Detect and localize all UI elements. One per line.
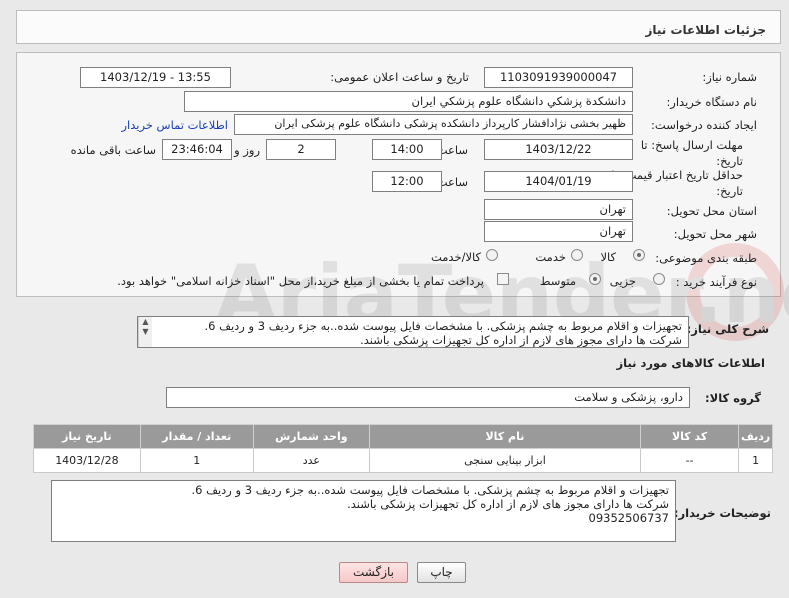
category-radio-service[interactable]	[571, 249, 583, 261]
days-field: 2	[266, 139, 336, 160]
buyer-org-field: دانشکدة پزشکي دانشگاه علوم پزشکي ایران	[184, 91, 633, 112]
print-button[interactable]: چاپ	[417, 562, 466, 583]
buyer-notes-line-2: شرکت ها دارای مجوز های لازم از اداره کل …	[347, 497, 669, 511]
cell-name: ابزار بینایی سنجی	[368, 448, 641, 473]
goods-table-header: ردیف کد کالا نام کالا واحد شمارش تعداد /…	[33, 424, 773, 449]
col-need-date: تاریخ نیاز	[33, 424, 141, 449]
cell-code: --	[639, 448, 740, 473]
need-number-field: 1103091939000047	[484, 67, 633, 88]
need-desc-line-1: تجهیزات و اقلام مربوط به چشم پزشکی. با م…	[204, 319, 682, 333]
treasury-payment-checkbox[interactable]	[497, 273, 509, 285]
reply-date-field: 1403/12/22	[484, 139, 633, 160]
cell-row: 1	[738, 448, 773, 473]
category-option-goods-service: کالا/خدمت	[430, 250, 481, 264]
page-title: جزئیات اطلاعات نیاز	[16, 10, 781, 44]
buyer-notes-label: توضیحات خریدار:	[673, 506, 771, 520]
need-desc-textarea[interactable]: تجهیزات و اقلام مربوط به چشم پزشکی. با م…	[137, 316, 689, 348]
min-price-time-field: 12:00	[372, 171, 442, 192]
goods-group-label: گروه کالا:	[705, 391, 761, 405]
category-label: طبقه بندی موضوعی:	[655, 251, 757, 265]
reply-time-field: 14:00	[372, 139, 442, 160]
buyer-notes-textarea[interactable]: تجهیزات و اقلام مربوط به چشم پزشکی. با م…	[51, 480, 676, 542]
need-desc-scrollbar[interactable]: ▲ ▼	[138, 317, 152, 347]
buyer-org-label: نام دستگاه خریدار:	[666, 95, 757, 109]
table-row: 1 -- ابزار بینایی سنجی عدد 1 1403/12/28	[33, 448, 773, 473]
province-label: استان محل تحویل:	[666, 204, 757, 218]
col-unit: واحد شمارش	[252, 424, 370, 449]
process-option-medium: متوسط	[539, 274, 576, 288]
buyer-contact-link[interactable]: اطلاعات تماس خریدار	[121, 118, 228, 132]
goods-group-field: دارو، پزشکی و سلامت	[166, 387, 690, 408]
buyer-notes-line-1: تجهیزات و اقلام مربوط به چشم پزشکی. با م…	[191, 483, 669, 497]
cell-unit: عدد	[252, 448, 370, 473]
goods-table: ردیف کد کالا نام کالا واحد شمارش تعداد /…	[33, 424, 773, 473]
category-radio-goods[interactable]	[633, 249, 645, 261]
need-desc-label: شرح کلی نیاز:	[686, 322, 769, 336]
category-option-service: خدمت	[535, 250, 566, 264]
scroll-up-icon[interactable]: ▲	[139, 317, 152, 327]
back-button[interactable]: بازگشت	[339, 562, 408, 583]
announce-date-field: 1403/12/19 - 13:55	[80, 67, 231, 88]
announce-date-label: تاریخ و ساعت اعلان عمومی:	[330, 70, 469, 84]
reply-deadline-label: مهلت ارسال پاسخ: تا تاریخ:	[640, 138, 743, 168]
category-radio-goods-service[interactable]	[486, 249, 498, 261]
treasury-payment-note: پرداخت تمام یا بخشی از مبلغ خرید،از محل …	[117, 274, 484, 288]
goods-section-title: اطلاعات کالاهای مورد نیاز	[616, 356, 765, 370]
col-name: نام کالا	[368, 424, 641, 449]
creator-label: ایجاد کننده درخواست:	[651, 118, 757, 132]
process-radio-medium[interactable]	[589, 273, 601, 285]
process-option-minor: جزیی	[609, 274, 636, 288]
city-field: تهران	[484, 221, 633, 242]
province-field: تهران	[484, 199, 633, 220]
process-label: نوع فرآیند خرید :	[675, 275, 757, 289]
col-code: کد کالا	[639, 424, 740, 449]
cell-need-date: 1403/12/28	[33, 448, 141, 473]
need-number-label: شماره نیاز:	[702, 70, 757, 84]
remaining-time-field: 23:46:04	[162, 139, 232, 160]
process-radio-minor[interactable]	[653, 273, 665, 285]
need-desc-line-2: شرکت ها دارای مجوز های لازم از اداره کل …	[360, 333, 682, 347]
scroll-down-icon[interactable]: ▼	[139, 327, 152, 337]
cell-quantity: 1	[139, 448, 254, 473]
min-price-date-field: 1404/01/19	[484, 171, 633, 192]
buyer-notes-line-3: 09352506737	[588, 511, 669, 525]
category-option-goods: کالا	[600, 250, 616, 264]
days-label: روز و	[234, 143, 260, 157]
creator-field: ظهیر بخشی نژادافشار کارپرداز دانشکده پزش…	[234, 114, 633, 135]
col-quantity: تعداد / مقدار	[139, 424, 254, 449]
city-label: شهر محل تحویل:	[673, 227, 757, 241]
col-row: ردیف	[738, 424, 773, 449]
remaining-time-label: ساعت باقی مانده	[70, 143, 156, 157]
